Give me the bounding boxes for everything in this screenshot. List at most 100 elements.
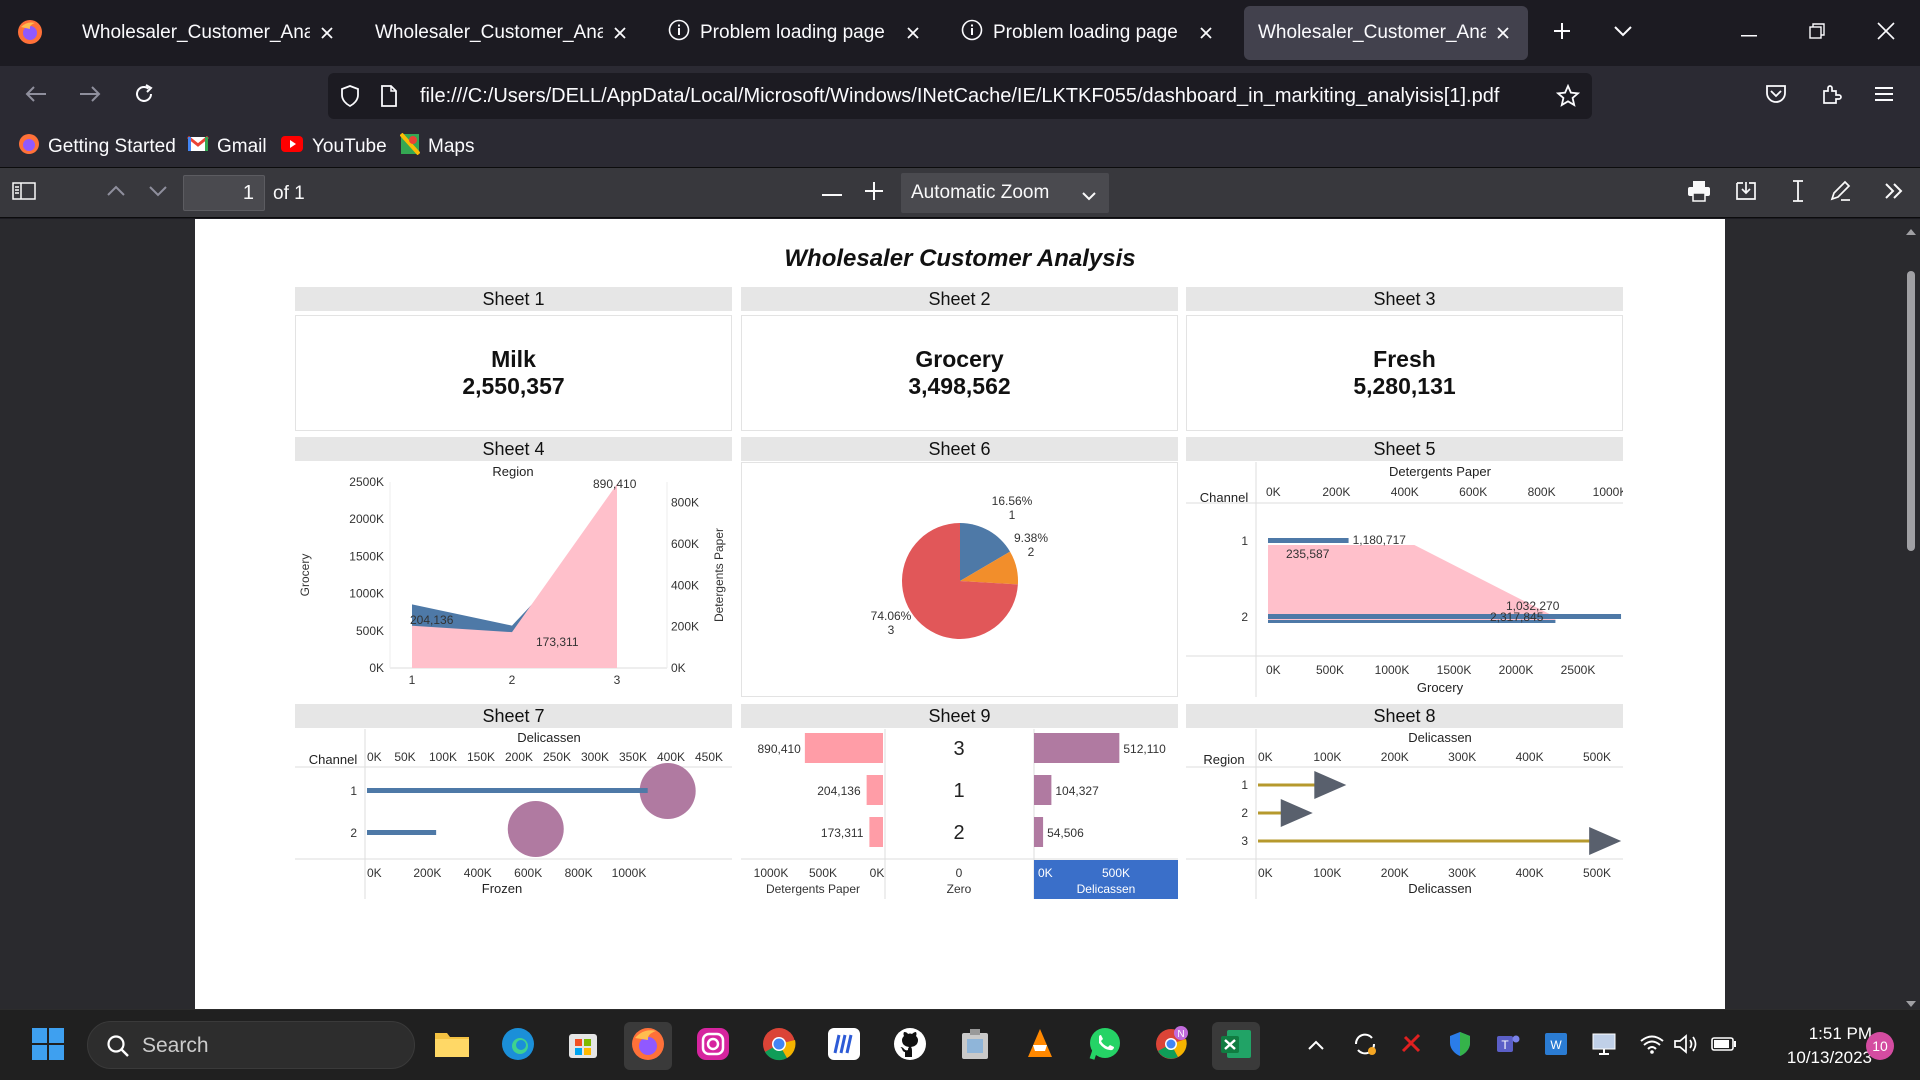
taskbar-instagram[interactable] <box>689 1022 737 1070</box>
list-tabs-button[interactable] <box>1603 13 1643 53</box>
zoom-in-button[interactable] <box>858 177 890 209</box>
notification-badge[interactable]: 10 <box>1866 1032 1894 1060</box>
close-icon[interactable] <box>316 22 338 44</box>
tray-overflow-button[interactable] <box>1302 1032 1330 1060</box>
taskbar-app-generic[interactable] <box>951 1022 999 1070</box>
tab-pdf-active[interactable]: Wholesaler_Customer_Analysis <box>1244 6 1528 60</box>
tab-label: Wholesaler_Customer_Analysis <box>1258 22 1486 43</box>
reload-button[interactable] <box>124 76 164 116</box>
url-text[interactable]: file:///C:/Users/DELL/AppData/Local/Micr… <box>420 85 1499 108</box>
taskbar-whatsapp[interactable] <box>1081 1022 1129 1070</box>
tab-error-2[interactable]: Problem loading page <box>947 6 1231 60</box>
bookmark-gmail[interactable]: Gmail <box>187 134 267 160</box>
tray-teams[interactable]: T <box>1494 1032 1522 1060</box>
battery-icon <box>1711 1036 1737 1056</box>
next-page-button[interactable] <box>142 177 174 209</box>
tray-wifi[interactable] <box>1638 1032 1666 1060</box>
bottom-tick-label: 2000K <box>1499 663 1534 677</box>
taskbar-search[interactable]: Search <box>87 1021 415 1069</box>
data-label: 173,311 <box>536 635 579 649</box>
left-tick-label: 0K <box>870 866 885 880</box>
edge-icon <box>500 1026 536 1067</box>
tab-pdf-1[interactable]: Wholesaler_Customer_Analysis <box>68 6 352 60</box>
taskbar-file-explorer[interactable] <box>428 1022 476 1070</box>
draw-tool-button[interactable] <box>1824 177 1856 209</box>
url-bar[interactable]: file:///C:/Users/DELL/AppData/Local/Micr… <box>328 73 1592 119</box>
more-tools-button[interactable] <box>1878 177 1910 209</box>
y-tick-label: 1000K <box>349 587 384 601</box>
data-label: 204,136 <box>410 613 454 627</box>
bottom-tick-label: 100K <box>1313 866 1341 880</box>
firefox-view-button[interactable] <box>10 12 50 52</box>
bookmark-youtube[interactable]: YouTube <box>280 134 387 160</box>
text-tool-button[interactable] <box>1782 177 1814 209</box>
close-icon[interactable] <box>609 22 631 44</box>
print-button[interactable] <box>1683 177 1715 209</box>
tray-display[interactable] <box>1590 1032 1618 1060</box>
taskbar-vlc[interactable] <box>1016 1022 1064 1070</box>
close-window-button[interactable] <box>1866 13 1906 53</box>
tray-word[interactable]: W <box>1542 1032 1570 1060</box>
bookmark-getting-started[interactable]: Getting Started <box>18 134 176 160</box>
page-number-input[interactable] <box>183 175 265 211</box>
back-button[interactable] <box>16 76 56 116</box>
scrollbar-thumb[interactable] <box>1907 271 1915 551</box>
start-button[interactable] <box>24 1022 72 1070</box>
pocket-button[interactable] <box>1756 76 1796 116</box>
taskbar-clock[interactable]: 1:51 PM 10/13/2023 <box>1748 1022 1872 1070</box>
slice-percent-label: 16.56% <box>992 494 1033 508</box>
minimize-button[interactable] <box>1729 13 1769 53</box>
taskbar-store[interactable] <box>559 1022 607 1070</box>
shield-icon[interactable] <box>340 85 360 113</box>
bar-detergents-paper <box>1268 614 1622 619</box>
text-cursor-icon <box>1790 179 1806 208</box>
forward-button[interactable] <box>70 76 110 116</box>
tray-battery[interactable] <box>1710 1032 1738 1060</box>
taskbar-chrome-profile[interactable]: N <box>1147 1022 1195 1070</box>
pdf-viewer[interactable]: Wholesaler Customer Analysis Sheet 1 She… <box>0 219 1920 1009</box>
top-tick-label: 400K <box>1391 485 1419 499</box>
arrow-right-icon <box>79 85 101 108</box>
extensions-button[interactable] <box>1812 76 1852 116</box>
taskbar: Search N T W 1:51 PM 10/13/2023 10 <box>0 1009 1920 1080</box>
row-label: 2 <box>1241 806 1248 820</box>
top-tick-label: 0K <box>367 750 382 764</box>
taskbar-excel[interactable] <box>1212 1022 1260 1070</box>
zoom-out-button[interactable] <box>816 177 848 209</box>
tray-security[interactable] <box>1446 1031 1474 1060</box>
tab-error-1[interactable]: Problem loading page <box>654 6 938 60</box>
tray-app-red[interactable] <box>1398 1032 1426 1060</box>
new-tab-button[interactable] <box>1542 13 1582 53</box>
tray-sync[interactable] <box>1351 1032 1379 1060</box>
bottom-tick-label: 800K <box>565 866 593 880</box>
top-tick-label: 800K <box>1528 485 1556 499</box>
close-icon[interactable] <box>1195 22 1217 44</box>
restore-button[interactable] <box>1797 13 1837 53</box>
menu-button[interactable] <box>1864 76 1904 116</box>
bookmarks-toolbar: Getting Started Gmail YouTube Maps <box>0 126 1920 168</box>
tray-volume[interactable] <box>1672 1032 1700 1060</box>
sidebar-toggle-button[interactable] <box>8 177 40 209</box>
previous-page-button[interactable] <box>100 177 132 209</box>
vertical-scrollbar[interactable] <box>1900 219 1920 1009</box>
chevron-down-icon <box>1613 24 1633 42</box>
kpi-value: 3,498,562 <box>908 373 1011 399</box>
taskbar-chrome[interactable] <box>755 1022 803 1070</box>
slice-percent-label: 9.38% <box>1014 531 1048 545</box>
save-button[interactable] <box>1730 177 1762 209</box>
file-icon[interactable] <box>380 85 398 113</box>
close-icon[interactable] <box>1492 22 1514 44</box>
taskbar-edge[interactable] <box>494 1022 542 1070</box>
scroll-up-icon[interactable] <box>1905 223 1917 241</box>
x-tick-label: 1 <box>409 673 416 687</box>
teams-icon: T <box>1495 1031 1521 1062</box>
star-icon[interactable] <box>1555 83 1581 114</box>
taskbar-firefox[interactable] <box>624 1022 672 1070</box>
taskbar-miro[interactable] <box>820 1022 868 1070</box>
tab-pdf-2[interactable]: Wholesaler_Customer_Analysis <box>361 6 645 60</box>
bookmark-maps[interactable]: Maps <box>399 132 474 160</box>
close-icon[interactable] <box>902 22 924 44</box>
taskbar-github[interactable] <box>886 1022 934 1070</box>
zoom-select[interactable]: Automatic Zoom <box>901 173 1109 213</box>
top-tick-label: 100K <box>429 750 457 764</box>
